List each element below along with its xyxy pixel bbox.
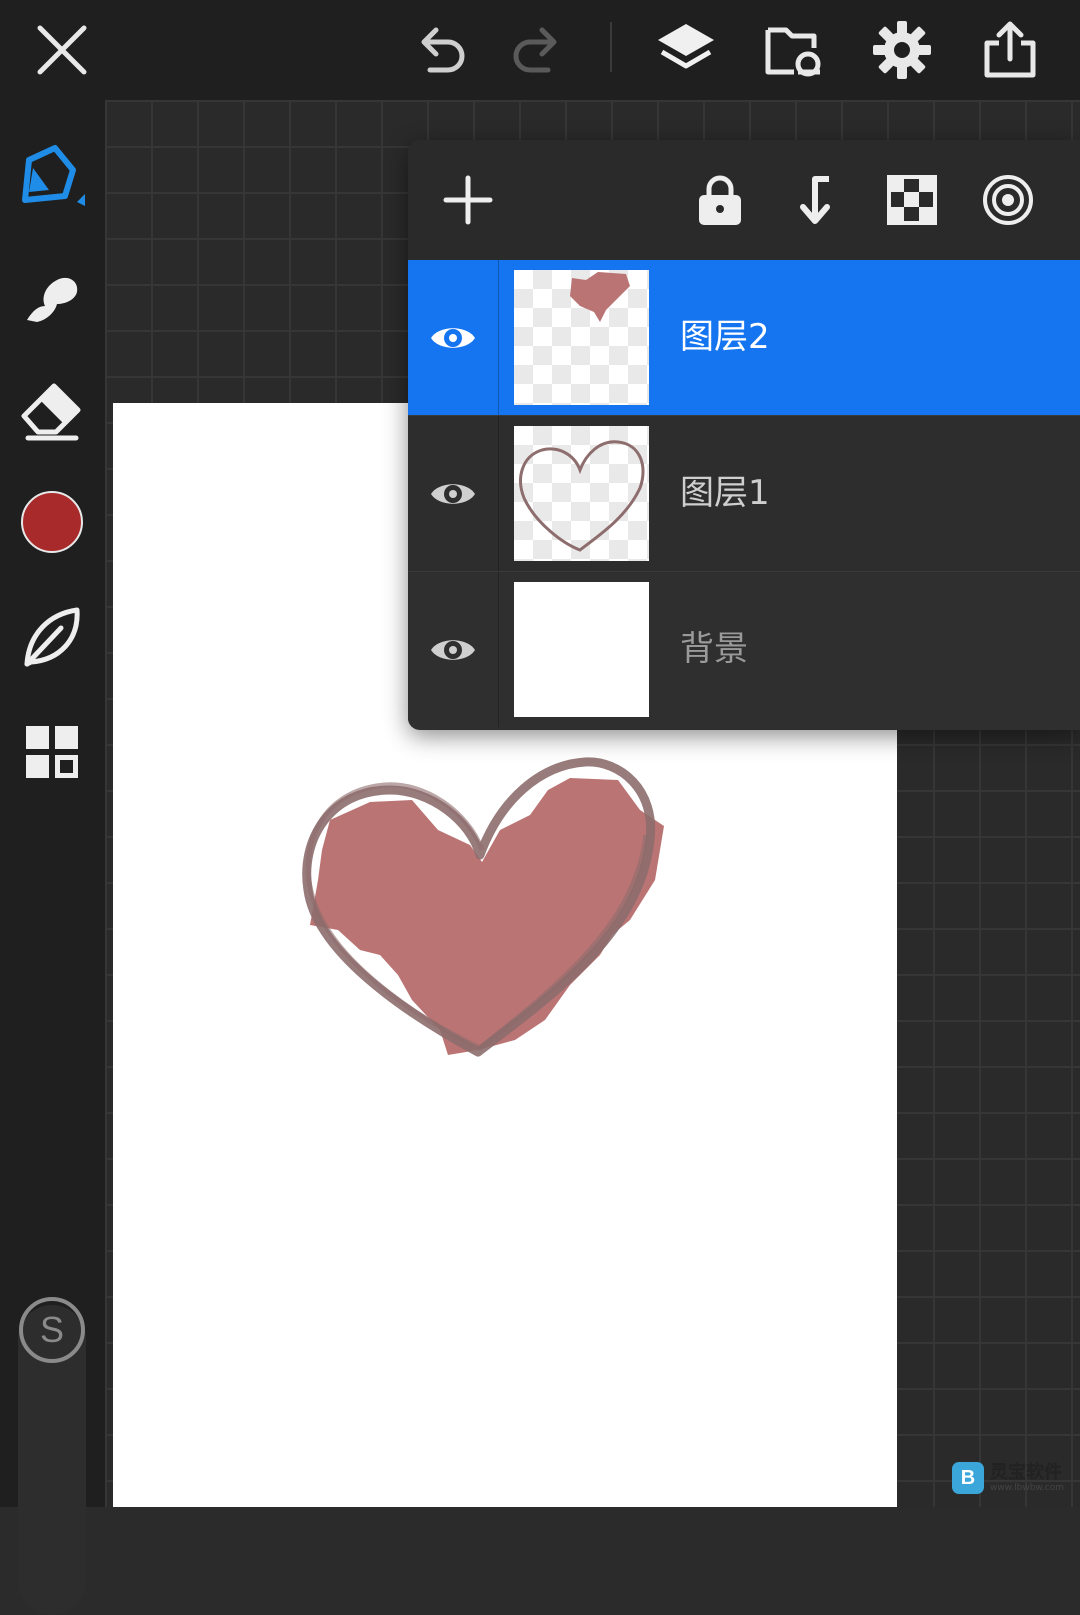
layers-panel: 图层2 图层1 背景 xyxy=(408,140,1080,730)
eye-icon xyxy=(431,483,475,504)
stabilizer-button[interactable]: S xyxy=(19,1297,85,1363)
stabilizer-label: S xyxy=(39,1309,64,1350)
smudge-icon xyxy=(27,277,78,322)
panel-pointer xyxy=(672,124,704,140)
color-swatch xyxy=(21,491,83,553)
redo-icon xyxy=(513,27,557,73)
layer-visibility-toggle[interactable] xyxy=(408,572,499,727)
layers-button[interactable] xyxy=(648,12,724,88)
merge-down-button[interactable] xyxy=(784,168,848,232)
add-icon xyxy=(443,175,493,225)
target-icon xyxy=(983,175,1033,225)
toolbar-divider xyxy=(610,22,612,72)
eye-icon xyxy=(431,639,475,660)
share-button[interactable] xyxy=(972,12,1048,88)
undo-icon xyxy=(421,27,465,73)
checkerboard-icon xyxy=(887,175,937,225)
undo-button[interactable] xyxy=(402,12,478,88)
close-button[interactable] xyxy=(24,12,100,88)
layer-visibility-toggle[interactable] xyxy=(408,260,499,415)
layer-thumbnail xyxy=(514,582,649,717)
watermark-logo: B xyxy=(952,1462,984,1494)
add-layer-button[interactable] xyxy=(436,168,500,232)
merge-down-icon xyxy=(800,176,830,224)
leaf-shape-icon xyxy=(24,607,80,667)
top-toolbar xyxy=(0,0,1080,100)
watermark: B 灵宝软件 www.lbwbw.com xyxy=(952,1458,1076,1498)
eye-icon xyxy=(431,327,475,348)
gallery-button[interactable] xyxy=(756,12,832,88)
layer-name: 背景 xyxy=(680,629,748,669)
gallery-grid-icon xyxy=(26,726,78,778)
layer-row-layer1[interactable]: 图层1 xyxy=(408,415,1080,571)
mini-heart-fill xyxy=(570,272,630,322)
eraser-icon xyxy=(21,383,81,441)
layer-name: 图层2 xyxy=(680,317,770,357)
close-icon xyxy=(37,25,87,75)
brush-icon xyxy=(22,145,85,206)
left-toolbar: S xyxy=(0,100,105,1615)
redo-button[interactable] xyxy=(500,12,576,88)
smudge-tool-button[interactable] xyxy=(10,255,94,339)
settings-button[interactable] xyxy=(864,12,940,88)
lock-icon xyxy=(699,175,741,225)
reference-button[interactable] xyxy=(976,168,1040,232)
gallery-icon xyxy=(765,27,821,77)
layer-thumbnail xyxy=(514,426,649,561)
eraser-tool-button[interactable] xyxy=(10,368,94,452)
settings-icon xyxy=(873,21,931,79)
mini-heart-outline xyxy=(519,440,645,552)
brush-tool-button[interactable] xyxy=(10,135,94,219)
layer-row-background[interactable]: 背景 xyxy=(408,571,1080,727)
transparency-button[interactable] xyxy=(880,168,944,232)
layers-panel-toolbar xyxy=(408,140,1080,260)
layer-thumbnail xyxy=(514,270,649,405)
watermark-name: 灵宝软件 xyxy=(990,1461,1062,1483)
layers-icon xyxy=(658,24,714,69)
watermark-url: www.lbwbw.com xyxy=(990,1482,1065,1493)
share-icon xyxy=(984,21,1036,78)
layer-name: 图层1 xyxy=(680,473,770,513)
shape-tool-button[interactable] xyxy=(10,595,94,679)
lock-layer-button[interactable] xyxy=(688,168,752,232)
color-button[interactable] xyxy=(10,480,94,564)
gallery-grid-button[interactable] xyxy=(10,710,94,794)
layer-visibility-toggle[interactable] xyxy=(408,416,499,571)
layer-row-layer2[interactable]: 图层2 xyxy=(408,260,1080,415)
